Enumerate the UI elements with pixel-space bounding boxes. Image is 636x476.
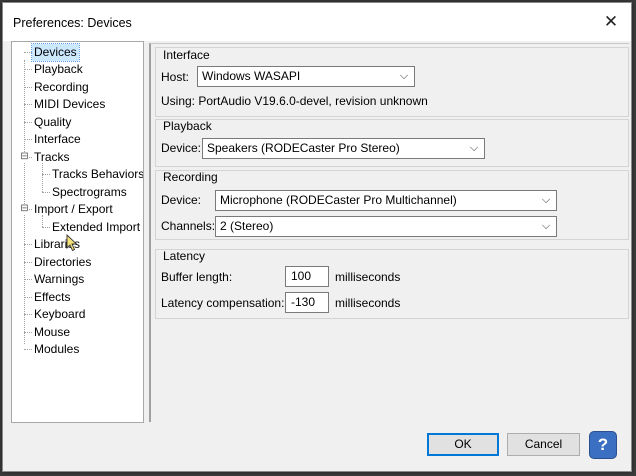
tree-item-playback[interactable]: Playback [34, 61, 83, 78]
tracks-collapse-icon[interactable]: ⊟ [20, 152, 29, 162]
recording-device-label: Device: [161, 193, 202, 207]
tree-item-midi-devices[interactable]: MIDI Devices [34, 96, 105, 113]
playback-device-select[interactable]: Speakers (RODECaster Pro Stereo) ⌵ [202, 138, 485, 159]
tree-item-interface[interactable]: Interface [34, 131, 81, 148]
recording-device-value: Microphone (RODECaster Pro Multichannel) [220, 193, 457, 207]
host-select-value: Windows WASAPI [202, 69, 301, 83]
window-title: Preferences: Devices [13, 16, 132, 30]
playback-device-label: Device: [161, 141, 202, 155]
host-label: Host: [161, 70, 190, 84]
chevron-down-icon: ⌵ [541, 220, 551, 232]
playback-device-value: Speakers (RODECaster Pro Stereo) [207, 141, 400, 155]
close-icon[interactable]: ✕ [601, 12, 621, 32]
host-select[interactable]: Windows WASAPI ⌵ [197, 66, 415, 87]
recording-heading: Recording [163, 170, 218, 184]
chevron-down-icon: ⌵ [469, 142, 479, 154]
latency-heading: Latency [163, 249, 206, 263]
tree-item-import-export[interactable]: Import / Export [34, 201, 113, 218]
ok-button[interactable]: OK [427, 433, 499, 456]
playback-heading: Playback [163, 119, 212, 133]
latency-compensation-unit: milliseconds [335, 296, 401, 310]
cancel-button[interactable]: Cancel [507, 433, 580, 456]
preferences-tree: ⊟ ⊟ Devices Playback Recording MIDI Devi… [11, 41, 144, 423]
latency-compensation-input[interactable]: -130 [285, 292, 329, 313]
tree-item-recording[interactable]: Recording [34, 79, 89, 96]
channels-label: Channels: [161, 219, 216, 233]
tree-item-mouse[interactable]: Mouse [34, 324, 70, 341]
tree-item-spectrograms[interactable]: Spectrograms [52, 184, 127, 201]
interface-heading: Interface [163, 48, 210, 62]
chevron-down-icon: ⌵ [399, 70, 409, 82]
mouse-pointer-icon [66, 234, 78, 252]
channels-select[interactable]: 2 (Stereo) ⌵ [215, 216, 557, 237]
recording-device-select[interactable]: Microphone (RODECaster Pro Multichannel)… [215, 190, 557, 211]
title-bar: Preferences: Devices ✕ [3, 3, 631, 41]
tree-item-tracks[interactable]: Tracks [34, 149, 70, 166]
help-button[interactable]: ? [589, 431, 617, 459]
import-export-collapse-icon[interactable]: ⊟ [20, 204, 29, 214]
portaudio-info: Using: PortAudio V19.6.0-devel, revision… [161, 94, 428, 108]
buffer-length-unit: milliseconds [335, 270, 401, 284]
chevron-down-icon: ⌵ [541, 194, 551, 206]
devices-settings-panel: Interface Host: Windows WASAPI ⌵ Using: … [149, 43, 629, 422]
tree-item-devices[interactable]: Devices [31, 43, 80, 62]
tree-item-warnings[interactable]: Warnings [34, 271, 84, 288]
tree-item-modules[interactable]: Modules [34, 341, 79, 358]
tree-item-quality[interactable]: Quality [34, 114, 71, 131]
latency-compensation-label: Latency compensation: [161, 296, 285, 310]
buffer-length-input[interactable]: 100 [285, 266, 329, 287]
tree-item-tracks-behaviors[interactable]: Tracks Behaviors [52, 166, 143, 183]
tree-item-effects[interactable]: Effects [34, 289, 70, 306]
tree-item-directories[interactable]: Directories [34, 254, 91, 271]
tree-item-keyboard[interactable]: Keyboard [34, 306, 85, 323]
buffer-length-label: Buffer length: [161, 270, 233, 284]
channels-value: 2 (Stereo) [220, 219, 274, 233]
preferences-dialog: Preferences: Devices ✕ ⊟ ⊟ Devices Playb… [2, 2, 632, 472]
